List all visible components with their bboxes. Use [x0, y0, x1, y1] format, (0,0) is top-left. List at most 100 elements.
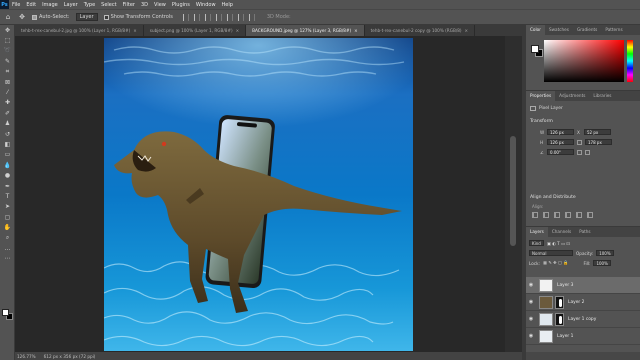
align-right-edges-icon[interactable]: [554, 212, 560, 218]
menu-layer[interactable]: Layer: [61, 2, 81, 8]
menu-edit[interactable]: Edit: [23, 2, 39, 8]
underwater-composite-image[interactable]: [104, 38, 413, 351]
hue-slider[interactable]: [627, 40, 633, 82]
menu-window[interactable]: Window: [193, 2, 219, 8]
layer-row[interactable]: ◉ Layer 1 copy: [526, 311, 640, 328]
history-brush-icon[interactable]: ↺: [0, 129, 15, 139]
lock-icons[interactable]: ▦ ✎ ✥ ▢ 🔒: [543, 260, 568, 266]
photoshop-logo[interactable]: Ps: [0, 0, 9, 9]
menu-help[interactable]: Help: [219, 2, 236, 8]
tab-adjustments[interactable]: Adjustments: [555, 91, 589, 101]
document-canvas[interactable]: [104, 38, 413, 351]
close-icon[interactable]: ×: [354, 28, 358, 33]
angle-field[interactable]: 0.00°: [547, 149, 574, 155]
tab-layers[interactable]: Layers: [526, 227, 548, 237]
hand-tool-icon[interactable]: ✋: [0, 222, 15, 232]
zoom-level[interactable]: 126.77%: [17, 354, 36, 359]
visibility-eye-icon[interactable]: ◉: [526, 333, 536, 339]
frame-tool-icon[interactable]: ⊠: [0, 77, 15, 87]
zoom-tool-icon[interactable]: ⌕: [0, 233, 15, 243]
tab-patterns[interactable]: Patterns: [601, 25, 626, 35]
eraser-tool-icon[interactable]: ◧: [0, 139, 15, 149]
transform-controls-box[interactable]: [103, 14, 109, 20]
type-tool-icon[interactable]: T: [0, 191, 15, 201]
visibility-eye-icon[interactable]: ◉: [526, 316, 536, 322]
menu-3d[interactable]: 3D: [138, 2, 151, 8]
tab-libraries[interactable]: Libraries: [589, 91, 615, 101]
align-bottom-edges-icon[interactable]: [587, 212, 593, 218]
close-icon[interactable]: ×: [133, 28, 137, 33]
align-top-edges-icon[interactable]: [565, 212, 571, 218]
blur-tool-icon[interactable]: 💧: [0, 160, 15, 170]
align-h-centers-icon[interactable]: [543, 212, 549, 218]
align-v-centers-icon[interactable]: [576, 212, 582, 218]
visibility-eye-icon[interactable]: ◉: [526, 282, 536, 288]
flip-vertical-icon[interactable]: [585, 149, 590, 155]
menu-plugins[interactable]: Plugins: [169, 2, 193, 8]
auto-select-checkbox[interactable]: Auto-Select:: [32, 14, 70, 20]
align-right-icon[interactable]: [204, 13, 211, 21]
layer-name[interactable]: Layer 1 copy: [568, 317, 596, 322]
transform-section-title[interactable]: Transform: [530, 119, 553, 124]
blend-mode-dropdown[interactable]: Normal: [529, 250, 573, 256]
menu-image[interactable]: Image: [39, 2, 61, 8]
shape-tool-icon[interactable]: ▢: [0, 212, 15, 222]
pen-tool-icon[interactable]: ✒: [0, 181, 15, 191]
height-field[interactable]: 126 px: [547, 139, 574, 145]
foreground-color-swatch[interactable]: [531, 45, 539, 53]
auto-select-box[interactable]: [32, 14, 37, 20]
align-middle-icon[interactable]: [226, 13, 233, 21]
layer-mask-thumbnail[interactable]: [555, 295, 564, 309]
tab-document-3[interactable]: BACKGROUND.jpeg @ 127% (Layer 3, RGB/8#)…: [246, 25, 365, 36]
gradient-tool-icon[interactable]: ▭: [0, 150, 15, 160]
menu-file[interactable]: File: [9, 2, 23, 8]
align-top-icon[interactable]: [215, 13, 222, 21]
move-tool-icon[interactable]: ✥: [0, 25, 15, 35]
close-icon[interactable]: ×: [465, 28, 469, 33]
brush-tool-icon[interactable]: ✐: [0, 108, 15, 118]
layer-name[interactable]: Layer 2: [568, 300, 584, 305]
layer-row[interactable]: ◉ Layer 1: [526, 328, 640, 345]
eyedropper-tool-icon[interactable]: ⁄: [0, 87, 15, 97]
layer-name[interactable]: Layer 1: [557, 334, 573, 339]
tab-document-2[interactable]: subject.png @ 100% (Layer 1, RGB/8#) ×: [143, 25, 247, 36]
width-field[interactable]: 126 px: [547, 129, 574, 135]
clone-stamp-icon[interactable]: ♟: [0, 119, 15, 129]
tab-swatches[interactable]: Swatches: [545, 25, 573, 35]
align-bottom-icon[interactable]: [237, 13, 244, 21]
tab-channels[interactable]: Channels: [548, 227, 575, 237]
move-tool-icon[interactable]: ✥: [18, 13, 26, 21]
canvas-workspace[interactable]: [15, 36, 505, 352]
x-field[interactable]: 52 px: [584, 129, 611, 135]
scrollbar-thumb[interactable]: [510, 136, 516, 246]
distribute-icon[interactable]: [248, 13, 255, 21]
layer-row[interactable]: ◉ Layer 3: [526, 277, 640, 294]
more-tools-icon[interactable]: …: [0, 243, 15, 253]
visibility-eye-icon[interactable]: ◉: [526, 299, 536, 305]
color-picker-field[interactable]: [544, 40, 624, 82]
path-select-icon[interactable]: ➤: [0, 202, 15, 212]
align-section-title[interactable]: Align and Distribute: [530, 195, 576, 200]
transform-controls-checkbox[interactable]: Show Transform Controls: [103, 14, 173, 20]
tab-document-1[interactable]: tehb-t-rex-canebul-2.jpg @ 100% (Layer 1…: [15, 25, 144, 36]
layer-name[interactable]: Layer 3: [557, 283, 573, 288]
align-left-edges-icon[interactable]: [532, 212, 538, 218]
edit-toolbar-icon[interactable]: ⋯: [0, 254, 15, 264]
dodge-tool-icon[interactable]: ●: [0, 170, 15, 180]
tab-paths[interactable]: Paths: [575, 227, 594, 237]
tab-document-4[interactable]: tehb-t-rex-canebul-2 copy @ 100% (RGB/8)…: [364, 25, 476, 36]
fill-field[interactable]: 100%: [593, 260, 611, 266]
quick-select-tool-icon[interactable]: ✎: [0, 56, 15, 66]
foreground-color-swatch[interactable]: [2, 309, 9, 316]
menu-type[interactable]: Type: [81, 2, 98, 8]
layer-row[interactable]: ◉ Layer 2: [526, 294, 640, 311]
menu-view[interactable]: View: [151, 2, 169, 8]
tab-gradients[interactable]: Gradients: [573, 25, 601, 35]
lasso-tool-icon[interactable]: ➰: [0, 46, 15, 56]
auto-select-dropdown[interactable]: Layer: [75, 13, 98, 21]
menu-filter[interactable]: Filter: [120, 2, 138, 8]
crop-tool-icon[interactable]: ⌗: [0, 67, 15, 77]
marquee-tool-icon[interactable]: ⬚: [0, 35, 15, 45]
healing-brush-icon[interactable]: ✚: [0, 98, 15, 108]
flip-horizontal-icon[interactable]: [577, 149, 582, 155]
